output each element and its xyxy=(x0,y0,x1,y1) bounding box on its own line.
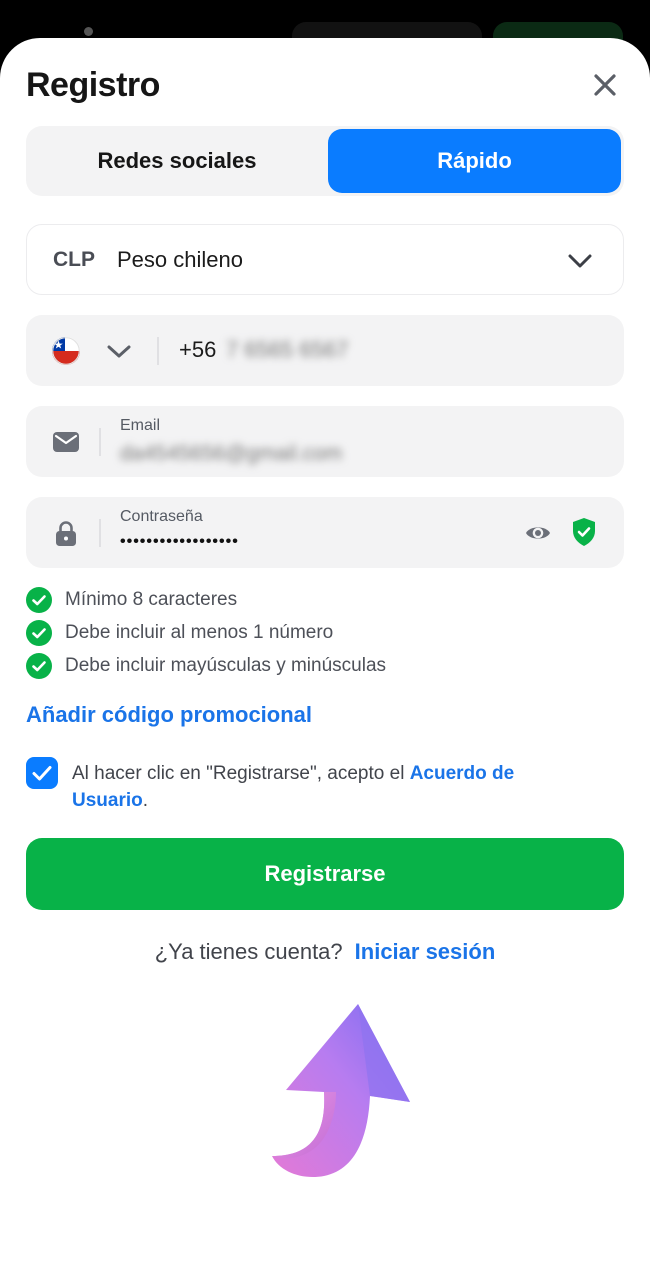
login-question: ¿Ya tienes cuenta? xyxy=(154,939,343,964)
agreement-text: Al hacer clic en "Registrarse", acepto e… xyxy=(72,760,592,814)
rule-text: Mínimo 8 caracteres xyxy=(65,588,238,610)
login-link[interactable]: Iniciar sesión xyxy=(355,939,496,964)
rule-item: Debe incluir al menos 1 número xyxy=(26,616,386,649)
registration-tabs: Redes sociales Rápido xyxy=(26,126,624,196)
tab-quick[interactable]: Rápido xyxy=(328,129,621,193)
phone-field[interactable]: +56 7 6565 6567 xyxy=(26,315,624,386)
email-value[interactable]: da4545656@gmail.com xyxy=(120,442,342,466)
password-value[interactable]: •••••••••••••••••• xyxy=(120,533,239,551)
password-field[interactable]: Contraseña •••••••••••••••••• xyxy=(26,497,624,568)
divider xyxy=(99,428,101,456)
currency-code: CLP xyxy=(53,247,95,271)
checkmark-icon xyxy=(32,766,52,781)
currency-select[interactable]: CLP Peso chileno xyxy=(26,224,624,295)
shield-check-icon xyxy=(573,518,595,546)
agreement-end: . xyxy=(142,790,149,811)
check-circle-icon xyxy=(26,652,52,679)
check-circle-icon xyxy=(26,619,52,646)
rule-item: Mínimo 8 caracteres xyxy=(26,583,386,616)
phone-prefix: +56 xyxy=(179,337,217,362)
divider xyxy=(99,519,101,547)
chevron-down-icon[interactable] xyxy=(105,337,133,365)
password-rules: Mínimo 8 caracteres Debe incluir al meno… xyxy=(26,583,386,682)
envelope-icon xyxy=(53,432,79,452)
lock-icon xyxy=(56,521,76,546)
check-circle-icon xyxy=(26,586,52,613)
rule-item: Debe incluir mayúsculas y minúsculas xyxy=(26,649,386,682)
page-title: Registro xyxy=(26,66,160,104)
agreement-checkbox[interactable] xyxy=(26,757,58,789)
close-icon[interactable] xyxy=(588,68,622,102)
email-label: Email xyxy=(120,417,161,434)
register-button[interactable]: Registrarse xyxy=(26,838,624,910)
arrow-up-icon xyxy=(272,1004,410,1178)
tab-social-networks[interactable]: Redes sociales xyxy=(29,129,325,193)
camera-dot xyxy=(84,27,93,36)
add-promo-code-link[interactable]: Añadir código promocional xyxy=(26,702,312,728)
chevron-down-icon xyxy=(568,254,592,268)
login-prompt: ¿Ya tienes cuenta? Iniciar sesión xyxy=(0,939,650,965)
phone-number-value[interactable]: 7 6565 6567 xyxy=(226,337,348,363)
rule-text: Debe incluir al menos 1 número xyxy=(65,621,334,643)
registration-sheet: Registro Redes sociales Rápido CLP Peso … xyxy=(0,38,650,1280)
currency-name: Peso chileno xyxy=(117,246,243,272)
eye-icon[interactable] xyxy=(524,519,552,547)
agreement-prefix: Al hacer clic en "Registrarse", acepto e… xyxy=(72,763,410,784)
chile-flag-icon xyxy=(52,337,80,365)
email-field[interactable]: Email da4545656@gmail.com xyxy=(26,406,624,477)
rule-text: Debe incluir mayúsculas y minúsculas xyxy=(65,654,387,676)
password-label: Contraseña xyxy=(120,508,203,525)
divider xyxy=(157,337,159,365)
